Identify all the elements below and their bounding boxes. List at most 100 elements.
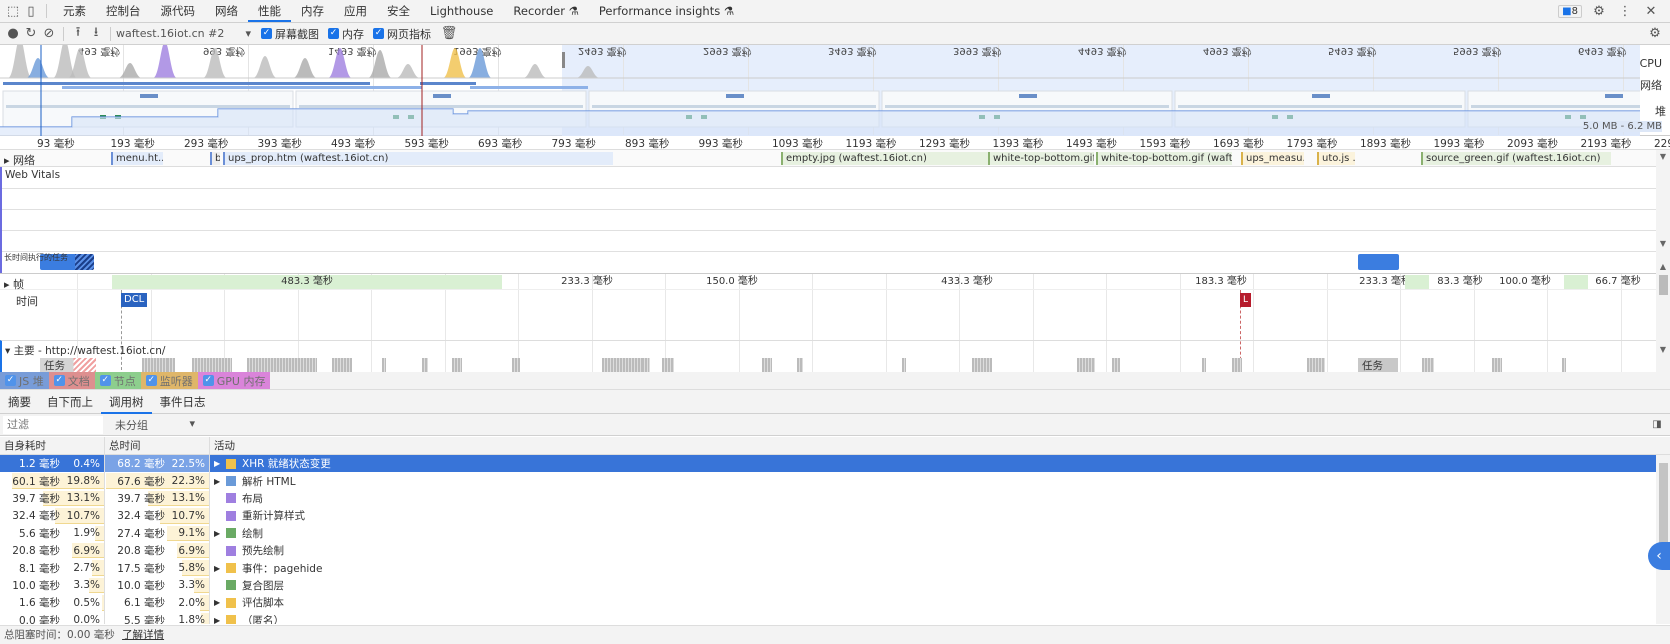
frame[interactable]: 150.0 毫秒 <box>672 275 792 289</box>
profile-select[interactable]: waftest.16iot.cn #2 ▾ <box>116 27 251 40</box>
frame[interactable]: 100.0 毫秒 <box>1490 275 1560 289</box>
network-request[interactable]: ups_prop.htm (waftest.16iot.cn) <box>223 152 613 165</box>
task-block[interactable] <box>972 358 992 372</box>
table-row[interactable]: 39.7 毫秒 13.1% 39.7 毫秒 13.1% 布局 <box>0 489 1656 508</box>
task-block[interactable] <box>902 358 906 372</box>
self-time-header[interactable]: 自身耗时 <box>0 437 105 454</box>
tab-0[interactable]: 元素 <box>53 0 96 22</box>
upload-icon[interactable]: ⭱ <box>69 25 87 43</box>
tab-1[interactable]: 控制台 <box>96 0 151 22</box>
table-row[interactable]: 5.6 毫秒 1.9% 27.4 毫秒 9.1% ▶ 绘制 <box>0 524 1656 542</box>
expand-arrow-icon[interactable]: ▶ <box>214 616 222 624</box>
details-tab-0[interactable]: 摘要 <box>0 390 39 414</box>
expand-arrow-icon[interactable]: ▶ <box>214 529 222 538</box>
task-block[interactable] <box>247 358 317 372</box>
timeline-overview[interactable]: 493 毫秒 993 毫秒 1493 毫秒 1993 毫秒 2493 毫秒 2993 毫秒… <box>0 45 1670 136</box>
grouping-select[interactable]: 未分组 ▾ <box>115 417 195 433</box>
tab-2[interactable]: 源代码 <box>151 0 206 22</box>
toggle-sidebar-icon[interactable]: ◨ <box>1648 416 1666 434</box>
network-request[interactable]: uto.js ... <box>1317 152 1355 165</box>
frame[interactable]: 233.3 毫秒 <box>502 275 672 289</box>
activity-header[interactable]: 活动 <box>210 437 235 454</box>
learn-more-link[interactable]: 了解详情 <box>122 629 164 641</box>
task-block[interactable]: 任务 <box>1358 358 1398 372</box>
task-block[interactable] <box>192 358 232 372</box>
task-block[interactable] <box>512 358 520 372</box>
total-time-header[interactable]: 总时间 <box>105 437 210 454</box>
network-request[interactable]: empty.jpg (waftest.16iot.cn) <box>781 152 991 165</box>
tab-3[interactable]: 网络 <box>205 0 248 22</box>
network-request[interactable]: source_green.gif (waftest.16iot.cn) <box>1421 152 1611 165</box>
tab-5[interactable]: 内存 <box>291 0 334 22</box>
screenshots-checkbox[interactable]: ✓ 屏幕截图 <box>261 26 319 42</box>
tab-7[interactable]: 安全 <box>377 0 420 22</box>
download-icon[interactable]: ⭳ <box>87 25 105 43</box>
counter-checkbox-3[interactable]: ✓ 监听器 <box>140 372 198 389</box>
task-block[interactable] <box>332 358 352 372</box>
network-request[interactable]: white-top-bottom.gif (waft... <box>1096 152 1232 165</box>
task-block[interactable] <box>797 358 803 372</box>
network-track-toggle[interactable]: ▸ 网络 <box>4 152 35 168</box>
task-block[interactable] <box>452 358 462 372</box>
task-block[interactable]: 任务 <box>40 358 96 372</box>
counter-checkbox-2[interactable]: ✓ 节点 <box>94 372 141 389</box>
table-scrollbar[interactable] <box>1656 455 1670 624</box>
long-task-block[interactable] <box>1358 254 1399 270</box>
table-row[interactable]: 8.1 毫秒 2.7% 17.5 毫秒 5.8% ▶ 事件：pagehide <box>0 559 1656 577</box>
tab-6[interactable]: 应用 <box>334 0 377 22</box>
table-row[interactable]: 1.6 毫秒 0.5% 6.1 毫秒 2.0% ▶ 评估脚本 <box>0 594 1656 612</box>
network-request[interactable]: b <box>210 152 220 165</box>
network-track[interactable]: ▸ 网络 menu.ht... b ups_prop.htm (waftest.… <box>0 150 1656 167</box>
tab-9[interactable]: Recorder ⚗ <box>503 0 589 22</box>
tab-10[interactable]: Performance insights ⚗ <box>589 0 744 22</box>
trash-icon[interactable]: 🗑 <box>440 25 458 43</box>
task-block[interactable] <box>1562 358 1566 372</box>
filter-input[interactable] <box>3 415 103 434</box>
task-block[interactable] <box>1077 358 1095 372</box>
details-tab-1[interactable]: 自下而上 <box>39 390 101 414</box>
frame[interactable]: 183.3 毫秒 <box>1142 275 1300 289</box>
task-block[interactable] <box>1422 358 1434 372</box>
frame[interactable]: 483.3 毫秒 <box>112 275 502 289</box>
tab-4[interactable]: 性能 <box>248 0 291 22</box>
table-row[interactable]: 0.0 毫秒 0.0% 5.5 毫秒 1.8% ▶ （匿名） <box>0 611 1656 624</box>
tab-8[interactable]: Lighthouse <box>420 0 503 22</box>
expand-arrow-icon[interactable]: ▶ <box>214 564 222 573</box>
web-vitals-checkbox[interactable]: ✓ 网页指标 <box>373 26 431 42</box>
table-row[interactable]: 10.0 毫秒 3.3% 10.0 毫秒 3.3% 复合图层 <box>0 576 1656 595</box>
frame[interactable]: 83.3 毫秒 <box>1430 275 1490 289</box>
main-thread-track[interactable]: ▾ 主要 - http://waftest.16iot.cn/ 任务 任务 <box>0 340 1656 372</box>
inspect-element-icon[interactable]: ⬚ <box>4 2 22 20</box>
task-block[interactable] <box>662 358 674 372</box>
device-toolbar-icon[interactable]: ▯ <box>22 2 40 20</box>
settings-gear-icon[interactable]: ⚙ <box>1590 2 1608 20</box>
expand-arrow-icon[interactable]: ▶ <box>214 477 222 486</box>
record-icon[interactable]: ● <box>4 25 22 43</box>
reload-record-icon[interactable]: ↻ <box>22 25 40 43</box>
details-tab-3[interactable]: 事件日志 <box>152 390 214 414</box>
table-row[interactable]: 20.8 毫秒 6.9% 20.8 毫秒 6.9% 预先绘制 <box>0 542 1656 560</box>
task-block[interactable] <box>762 358 772 372</box>
issues-badge[interactable]: ■8 <box>1558 4 1582 18</box>
frame[interactable]: 66.7 毫秒 <box>1588 275 1648 289</box>
clear-icon[interactable]: ⊘ <box>40 25 58 43</box>
task-block[interactable] <box>382 358 386 372</box>
close-icon[interactable]: ✕ <box>1642 2 1660 20</box>
network-request[interactable]: ups_measu... <box>1241 152 1304 165</box>
memory-checkbox[interactable]: ✓ 内存 <box>328 26 364 42</box>
expand-arrow-icon[interactable]: ▶ <box>214 598 222 607</box>
table-row[interactable]: 60.1 毫秒 19.8% 67.6 毫秒 22.3% ▶ 解析 HTML <box>0 472 1656 490</box>
table-row[interactable]: 32.4 毫秒 10.7% 32.4 毫秒 10.7% 重新计算样式 <box>0 507 1656 525</box>
capture-settings-icon[interactable]: ⚙ <box>1646 25 1664 43</box>
dcl-marker[interactable]: DCL <box>121 293 148 307</box>
task-block[interactable] <box>1202 358 1206 372</box>
side-panel-toggle-icon[interactable]: ‹ <box>1648 542 1670 570</box>
counter-checkbox-1[interactable]: ✓ 文档 <box>48 372 95 389</box>
details-tab-2[interactable]: 调用树 <box>101 390 152 414</box>
more-options-icon[interactable]: ⋮ <box>1616 2 1634 20</box>
network-request[interactable]: white-top-bottom.gif ( <box>988 152 1094 165</box>
expand-arrow-icon[interactable]: ▶ <box>214 459 222 468</box>
counter-checkbox-4[interactable]: ✓ GPU 内存 <box>197 372 271 389</box>
task-block[interactable] <box>167 358 175 372</box>
task-block[interactable] <box>1307 358 1325 372</box>
